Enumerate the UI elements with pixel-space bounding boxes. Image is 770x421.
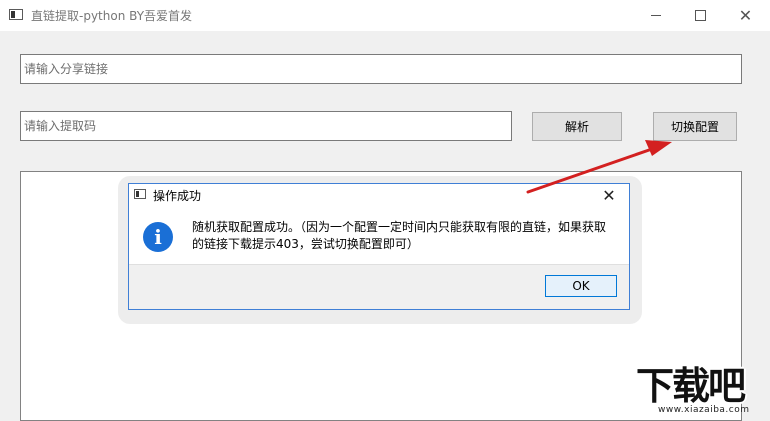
window-titlebar: 直链提取-python BY吾爱首发 ✕ bbox=[0, 0, 770, 31]
minimize-button[interactable] bbox=[633, 0, 678, 31]
watermark-logo: 下载吧 www.xiazaiba.com bbox=[628, 355, 770, 418]
info-icon: i bbox=[143, 222, 173, 252]
watermark-text: 下载吧 bbox=[636, 364, 746, 408]
ok-button[interactable]: OK bbox=[545, 275, 617, 297]
dialog-window-icon bbox=[134, 189, 146, 199]
maximize-button[interactable] bbox=[678, 0, 723, 31]
dialog-message: 随机获取配置成功。（因为一个配置一定时间内只能获取有限的直链，如果获取的链接下载… bbox=[192, 220, 607, 251]
window-title: 直链提取-python BY吾爱首发 bbox=[31, 9, 193, 23]
maximize-icon bbox=[695, 10, 706, 21]
switch-config-button[interactable]: 切换配置 bbox=[653, 112, 737, 141]
dialog-footer: OK bbox=[129, 264, 629, 309]
app-window-icon bbox=[9, 9, 23, 20]
dialog-close-button[interactable]: ✕ bbox=[599, 185, 619, 205]
arrow-head bbox=[645, 140, 672, 156]
success-dialog: 操作成功 ✕ i 随机获取配置成功。（因为一个配置一定时间内只能获取有限的直链，… bbox=[128, 183, 630, 310]
minimize-icon bbox=[650, 15, 661, 16]
dialog-titlebar: 操作成功 ✕ bbox=[129, 184, 629, 206]
close-icon: ✕ bbox=[738, 5, 753, 25]
share-link-input[interactable] bbox=[20, 54, 742, 84]
close-icon: ✕ bbox=[602, 185, 616, 205]
close-button[interactable]: ✕ bbox=[723, 0, 768, 31]
dialog-title: 操作成功 bbox=[153, 189, 202, 203]
parse-button[interactable]: 解析 bbox=[532, 112, 622, 141]
watermark-url: www.xiazaiba.com bbox=[658, 405, 750, 415]
extract-code-input[interactable] bbox=[20, 111, 512, 141]
